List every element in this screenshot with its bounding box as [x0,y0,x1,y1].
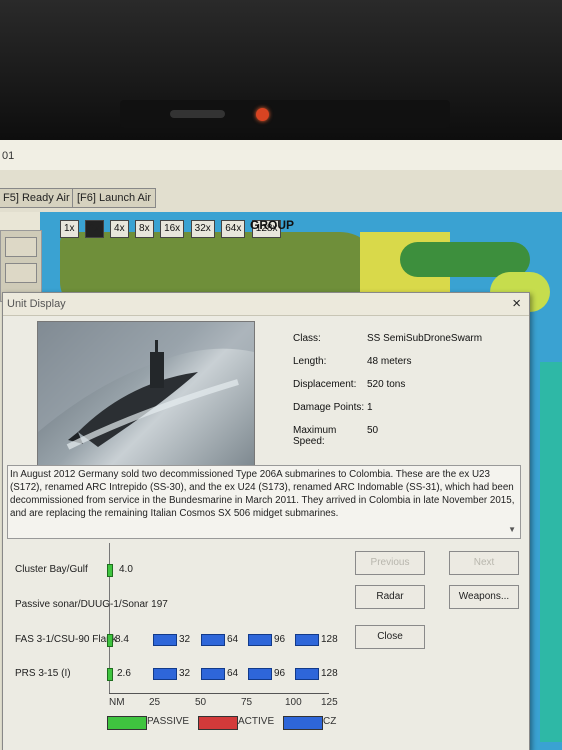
sensor-label: Cluster Bay/Gulf [15,564,88,575]
webcam-icon [256,108,269,121]
previous-button[interactable]: Previous [355,551,425,575]
radar-button[interactable]: Radar [355,585,425,609]
length-value: 48 meters [367,356,412,367]
passive-legend-swatch [107,716,147,730]
sensor-value: 2.6 [117,668,131,679]
land-mass [540,362,562,742]
axis-unit-label: NM [109,697,125,708]
displacement-value: 520 tons [367,379,406,390]
cz-bar [201,668,225,680]
cz-bar [201,634,225,646]
cz-bar [153,668,177,680]
scroll-down-icon[interactable]: ▼ [508,523,516,536]
cz-bar [248,668,272,680]
zoom-64x-button[interactable]: 64x [221,220,246,238]
unit-photo [37,321,255,467]
unit-stats: Class: SS SemiSubDroneSwarm Length: 48 m… [293,333,523,455]
class-value: SS SemiSubDroneSwarm [367,333,483,344]
range-mark: 128 [321,634,338,645]
dialog-titlebar: Unit Display × [3,293,529,316]
speaker-grille [170,110,225,118]
sensor-value: 8.4 [115,634,129,645]
cz-legend-swatch [283,716,323,730]
cz-bar [295,634,319,646]
active-legend-label: ACTIVE [238,716,275,727]
ready-air-button[interactable]: F5] Ready Air [0,188,75,208]
range-mark: 64 [227,634,239,645]
window-title: 01 [2,150,15,162]
zoom-16x-button[interactable]: 16x [160,220,185,238]
sensor-value: 4.0 [119,564,133,575]
cz-bar [248,634,272,646]
damage-value: 1 [367,402,373,413]
cz-bar [295,668,319,680]
maxspeed-value: 50 [367,425,379,436]
maxspeed-label: Maximum Speed: [293,425,336,447]
group-label[interactable]: GROUP [250,218,294,232]
zoom-1x-button[interactable]: 1x [60,220,79,238]
laptop-bezel [0,0,562,140]
zoom-2x-button[interactable]: 2x [85,220,104,238]
close-button[interactable]: Close [355,625,425,649]
class-row: Class: SS SemiSubDroneSwarm [293,333,523,356]
dialog-title: Unit Display [7,298,66,310]
description-text: In August 2012 Germany sold two decommis… [10,469,515,519]
class-label: Class: [293,333,321,344]
passive-range-mark [107,634,113,647]
range-axis [109,693,329,694]
cz-bar [153,634,177,646]
axis-tick: 25 [149,697,161,708]
maxspeed-label-line2: Speed: [293,436,325,447]
damage-row: Damage Points: 1 [293,402,523,425]
displacement-label: Displacement: [293,379,357,390]
sensor-label: FAS 3-1/CSU-90 Flank [15,634,117,645]
axis-tick: 100 [285,697,302,708]
sensor-label: Passive sonar/DUUG-1/Sonar 197 [15,599,168,610]
window-titlebar: 01 [0,140,562,171]
range-mark: 96 [274,668,286,679]
command-bar: F5] Ready Air [F6] Launch Air [0,170,562,212]
passive-legend-label: PASSIVE [147,716,190,727]
sensor-label: PRS 3-15 (I) [15,668,71,679]
side-button[interactable] [5,237,37,257]
axis-tick: 125 [321,697,338,708]
range-mark: 32 [179,634,191,645]
weapons-button[interactable]: Weapons... [449,585,519,609]
length-row: Length: 48 meters [293,356,523,379]
cz-legend-label: CZ [323,716,337,727]
unit-display-dialog: Unit Display × Class: SS SemiSubDroneSwa… [2,292,530,750]
range-mark: 64 [227,668,239,679]
damage-label: Damage Points: [293,402,365,413]
zoom-32x-button[interactable]: 32x [190,220,215,238]
range-mark: 128 [321,668,338,679]
range-mark: 96 [274,634,286,645]
zoom-4x-button[interactable]: 4x [110,220,129,238]
axis-tick: 75 [241,697,253,708]
range-mark: 32 [179,668,191,679]
launch-air-button[interactable]: [F6] Launch Air [72,188,156,208]
side-button[interactable] [5,263,37,283]
passive-range-mark [107,564,113,577]
displacement-row: Displacement: 520 tons [293,379,523,402]
screen: 01 F5] Ready Air [F6] Launch Air 1x 2x 4… [0,140,562,750]
passive-range-mark [107,668,113,681]
maxspeed-label-line1: Maximum [293,425,337,436]
axis-tick: 50 [195,697,207,708]
zoom-8x-button[interactable]: 8x [135,220,154,238]
length-label: Length: [293,356,327,367]
active-legend-swatch [198,716,238,730]
next-button[interactable]: Next [449,551,519,575]
maxspeed-row: Maximum Speed: 50 [293,425,523,455]
unit-description[interactable]: In August 2012 Germany sold two decommis… [7,465,521,539]
close-icon[interactable]: × [512,295,521,312]
